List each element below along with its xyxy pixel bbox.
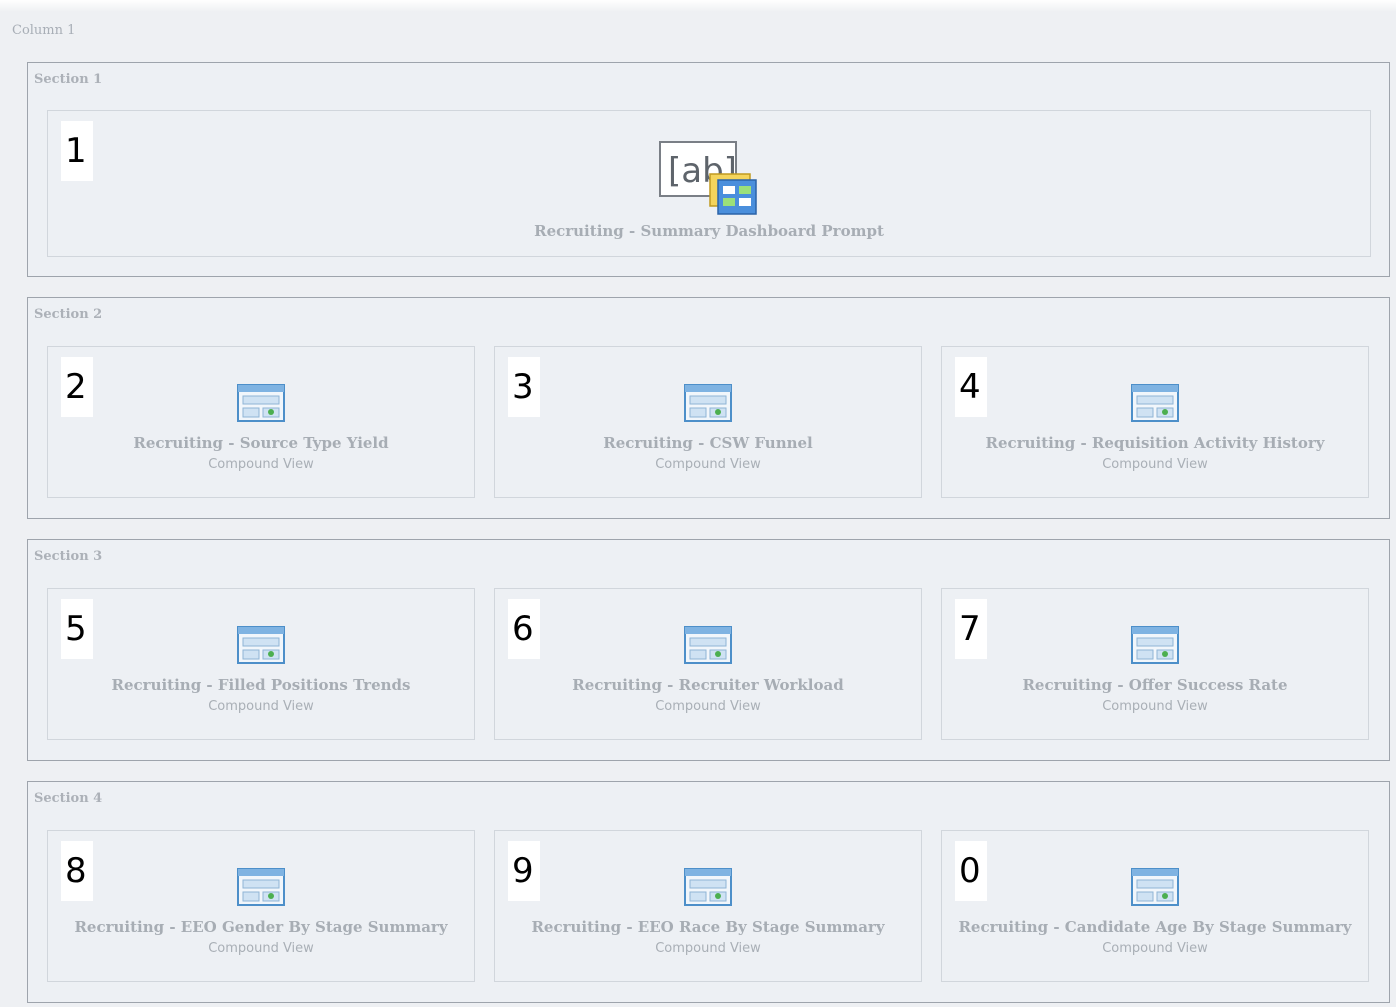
compound-view-icon bbox=[684, 626, 732, 664]
item-title: Recruiting - Recruiter Workload bbox=[572, 676, 844, 694]
compound-view-card[interactable]: 9 Recruiting - EEO Race By Stage Summary… bbox=[494, 830, 922, 982]
top-bar bbox=[0, 0, 1396, 12]
item-number: 3 bbox=[508, 357, 540, 417]
item-number: 2 bbox=[61, 357, 93, 417]
item-title: Recruiting - Candidate Age By Stage Summ… bbox=[958, 918, 1352, 936]
compound-view-card[interactable]: 0 Recruiting - Candidate Age By Stage Su… bbox=[941, 830, 1369, 982]
section-2: Section 2 2 Recruiting - Source Type Yie… bbox=[27, 297, 1390, 519]
compound-view-card[interactable]: 3 Recruiting - CSW Funnel Compound View bbox=[494, 346, 922, 498]
item-number: 5 bbox=[61, 599, 93, 659]
item-subtitle: Compound View bbox=[655, 457, 761, 472]
item-subtitle: Compound View bbox=[655, 941, 761, 956]
compound-view-card[interactable]: 5 Recruiting - Filled Positions Trends C… bbox=[47, 588, 475, 740]
item-title: Recruiting - Summary Dashboard Prompt bbox=[534, 222, 884, 240]
item-subtitle: Compound View bbox=[1102, 457, 1208, 472]
compound-view-icon bbox=[237, 626, 285, 664]
item-number: 1 bbox=[61, 121, 93, 181]
item-title: Recruiting - Requisition Activity Histor… bbox=[985, 434, 1325, 452]
compound-view-icon bbox=[684, 868, 732, 906]
section-label: Section 3 bbox=[34, 549, 103, 564]
section-1: Section 1 1 [ab] Recruiting - Summary Da… bbox=[27, 62, 1390, 277]
section-label: Section 4 bbox=[34, 791, 103, 806]
section-3: Section 3 5 Recruiting - Filled Position… bbox=[27, 539, 1390, 761]
compound-view-icon bbox=[1131, 384, 1179, 422]
item-title: Recruiting - Source Type Yield bbox=[133, 434, 389, 452]
compound-view-card[interactable]: 6 Recruiting - Recruiter Workload Compou… bbox=[494, 588, 922, 740]
compound-view-icon bbox=[1131, 868, 1179, 906]
item-title: Recruiting - Filled Positions Trends bbox=[111, 676, 411, 694]
item-subtitle: Compound View bbox=[1102, 699, 1208, 714]
column-label: Column 1 bbox=[12, 23, 76, 38]
item-number: 0 bbox=[955, 841, 987, 901]
item-title: Recruiting - CSW Funnel bbox=[603, 434, 813, 452]
compound-view-card[interactable]: 8 Recruiting - EEO Gender By Stage Summa… bbox=[47, 830, 475, 982]
item-title: Recruiting - EEO Race By Stage Summary bbox=[531, 918, 885, 936]
compound-view-card[interactable]: 7 Recruiting - Offer Success Rate Compou… bbox=[941, 588, 1369, 740]
item-number: 4 bbox=[955, 357, 987, 417]
item-number: 6 bbox=[508, 599, 540, 659]
compound-view-icon bbox=[237, 384, 285, 422]
item-subtitle: Compound View bbox=[655, 699, 761, 714]
item-number: 9 bbox=[508, 841, 540, 901]
compound-view-card[interactable]: 2 Recruiting - Source Type Yield Compoun… bbox=[47, 346, 475, 498]
section-label: Section 2 bbox=[34, 307, 103, 322]
compound-view-icon bbox=[1131, 626, 1179, 664]
item-subtitle: Compound View bbox=[1102, 941, 1208, 956]
dashboard-prompt-icon: [ab] bbox=[659, 141, 757, 215]
section-4: Section 4 8 Recruiting - EEO Gender By S… bbox=[27, 781, 1390, 1003]
item-subtitle: Compound View bbox=[208, 457, 314, 472]
item-title: Recruiting - EEO Gender By Stage Summary bbox=[74, 918, 448, 936]
item-title: Recruiting - Offer Success Rate bbox=[1022, 676, 1288, 694]
item-number: 8 bbox=[61, 841, 93, 901]
section-label: Section 1 bbox=[34, 72, 103, 87]
compound-view-icon bbox=[237, 868, 285, 906]
dashboard-prompt-card[interactable]: 1 [ab] Recruiting - Summary Dashboard Pr… bbox=[47, 110, 1371, 257]
item-number: 7 bbox=[955, 599, 987, 659]
compound-view-card[interactable]: 4 Recruiting - Requisition Activity Hist… bbox=[941, 346, 1369, 498]
item-subtitle: Compound View bbox=[208, 941, 314, 956]
item-subtitle: Compound View bbox=[208, 699, 314, 714]
compound-view-icon bbox=[684, 384, 732, 422]
